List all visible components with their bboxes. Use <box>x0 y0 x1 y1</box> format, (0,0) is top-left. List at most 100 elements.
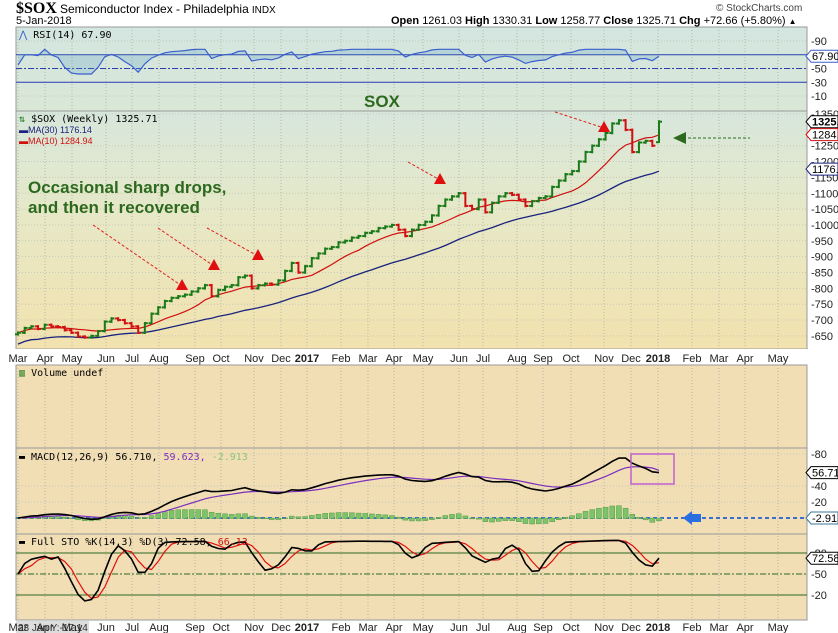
month-label: Apr <box>36 353 53 365</box>
macd-value-tag: 56.710 <box>805 466 838 480</box>
macd-histogram-bar <box>656 517 662 522</box>
macd-histogram-bar <box>622 507 629 519</box>
price-tick: -1050 <box>811 204 838 216</box>
month-label: May <box>62 353 83 365</box>
month-label: Jul <box>125 622 139 633</box>
month-label: Aug <box>149 353 169 365</box>
macd-histogram-bar <box>382 514 388 519</box>
macd-histogram-bar <box>248 515 255 519</box>
ma10-value-tag: 1284.94 <box>805 128 838 142</box>
macd-histogram-bar <box>355 512 362 519</box>
macd-histogram-bar <box>422 517 429 521</box>
macd-histogram-bar <box>215 512 222 519</box>
macd-histogram-bar <box>369 513 375 519</box>
month-label: Nov <box>244 622 264 633</box>
macd-histogram-bar <box>429 517 435 520</box>
price-tick: -1250 <box>811 141 838 153</box>
price-tick: -800 <box>811 283 833 295</box>
macd-histogram-bar <box>402 517 409 521</box>
month-label: May <box>62 622 83 633</box>
month-label: 2018 <box>646 353 670 365</box>
macd-histogram-bar <box>295 516 302 519</box>
macd-histogram-bar <box>516 517 522 522</box>
rsi-tick: -90 <box>811 36 827 48</box>
rsi-label: ⋀ RSI(14) 67.90 <box>18 30 112 41</box>
volume-panel <box>15 364 808 449</box>
macd-value-tag-text: 56.710 <box>812 468 838 480</box>
month-label: Nov <box>244 353 264 365</box>
rsi-tick: -50 <box>811 64 827 76</box>
month-label: Mar <box>710 353 729 365</box>
macd-histogram-bar <box>268 517 275 520</box>
month-label: May <box>768 353 789 365</box>
price-tick: -650 <box>811 331 833 343</box>
price-tick: -750 <box>811 299 833 311</box>
month-label: Apr <box>36 622 53 633</box>
macd-histogram-bar <box>375 514 382 519</box>
macd-histogram-bar <box>582 511 589 519</box>
macd-histogram-bar <box>208 511 215 519</box>
month-label: Oct <box>212 622 229 633</box>
macd-histogram-bar <box>556 517 562 520</box>
hist-value-tag-text: -2.913 <box>812 513 838 525</box>
ma10-legend: ▬MA(10) 1284.94 <box>19 136 93 146</box>
macd-histogram-bar <box>502 517 509 521</box>
month-label: Jul <box>476 622 490 633</box>
macd-histogram-bar <box>349 512 355 519</box>
macd-histogram-bar <box>589 509 595 519</box>
macd-histogram-bar <box>155 513 161 519</box>
macd-tick: -40 <box>811 481 827 493</box>
macd-histogram-bar <box>395 516 402 519</box>
month-label: Apr <box>736 622 753 633</box>
rsi-tick: -10 <box>811 91 827 103</box>
macd-histogram-bar <box>462 515 469 519</box>
month-label: Nov <box>594 622 614 633</box>
macd-histogram-bar <box>636 516 642 519</box>
price-tick: -700 <box>811 315 833 327</box>
price-tick: -950 <box>811 236 833 248</box>
sto-label: ▬ Full STO %K(14,3) %D(3) 72.58, 66.13 <box>19 537 248 548</box>
price-tick: -850 <box>811 268 833 280</box>
month-label: Dec <box>271 622 291 633</box>
macd-histogram-bar <box>536 517 542 525</box>
month-label: Nov <box>594 353 614 365</box>
macd-histogram-bar <box>415 517 422 522</box>
macd-histogram-bar <box>629 514 636 519</box>
sto-value-tag: 72.58 <box>805 551 838 565</box>
macd-histogram-bar <box>202 509 208 519</box>
sto-tick: -50 <box>811 569 827 581</box>
sto-tick: -20 <box>811 590 827 602</box>
month-label: Mar <box>710 622 729 633</box>
month-label: Feb <box>683 622 702 633</box>
macd-histogram-bar <box>562 516 569 519</box>
rsi-value-tag-text: 67.90 <box>812 51 838 63</box>
month-label: 2017 <box>295 353 319 365</box>
month-label: Feb <box>683 353 702 365</box>
macd-histogram-bar <box>455 513 462 519</box>
month-label: May <box>768 622 789 633</box>
sox-title-annotation: SOX <box>364 92 401 111</box>
macd-histogram-bar <box>522 517 529 524</box>
macd-label: ▬ MACD(12,26,9) 56.710, 59.623, -2.913 <box>19 452 248 463</box>
month-label: May <box>413 622 434 633</box>
macd-histogram-bar <box>489 517 495 523</box>
macd-histogram-bar <box>642 517 649 521</box>
macd-histogram-bar <box>335 512 342 519</box>
macd-histogram-bar <box>282 517 288 519</box>
month-label: Mar <box>9 622 28 633</box>
month-label: 2017 <box>295 622 319 633</box>
macd-histogram-bar <box>576 513 582 519</box>
macd-histogram-bar <box>188 509 195 519</box>
ohlc-summary: Open 1261.03 High 1330.31 Low 1258.77 Cl… <box>391 15 797 27</box>
macd-histogram-bar <box>55 516 61 519</box>
month-label: Oct <box>212 353 229 365</box>
macd-histogram-bar <box>342 512 348 519</box>
month-label: Mar <box>359 622 378 633</box>
macd-histogram-bar <box>228 514 235 519</box>
macd-histogram-bar <box>475 517 482 520</box>
month-label: Dec <box>271 353 291 365</box>
sto-value-tag-text: 72.58 <box>812 553 838 565</box>
month-label: 2018 <box>646 622 670 633</box>
month-label: Sep <box>533 353 553 365</box>
macd-histogram-bar <box>649 517 656 523</box>
